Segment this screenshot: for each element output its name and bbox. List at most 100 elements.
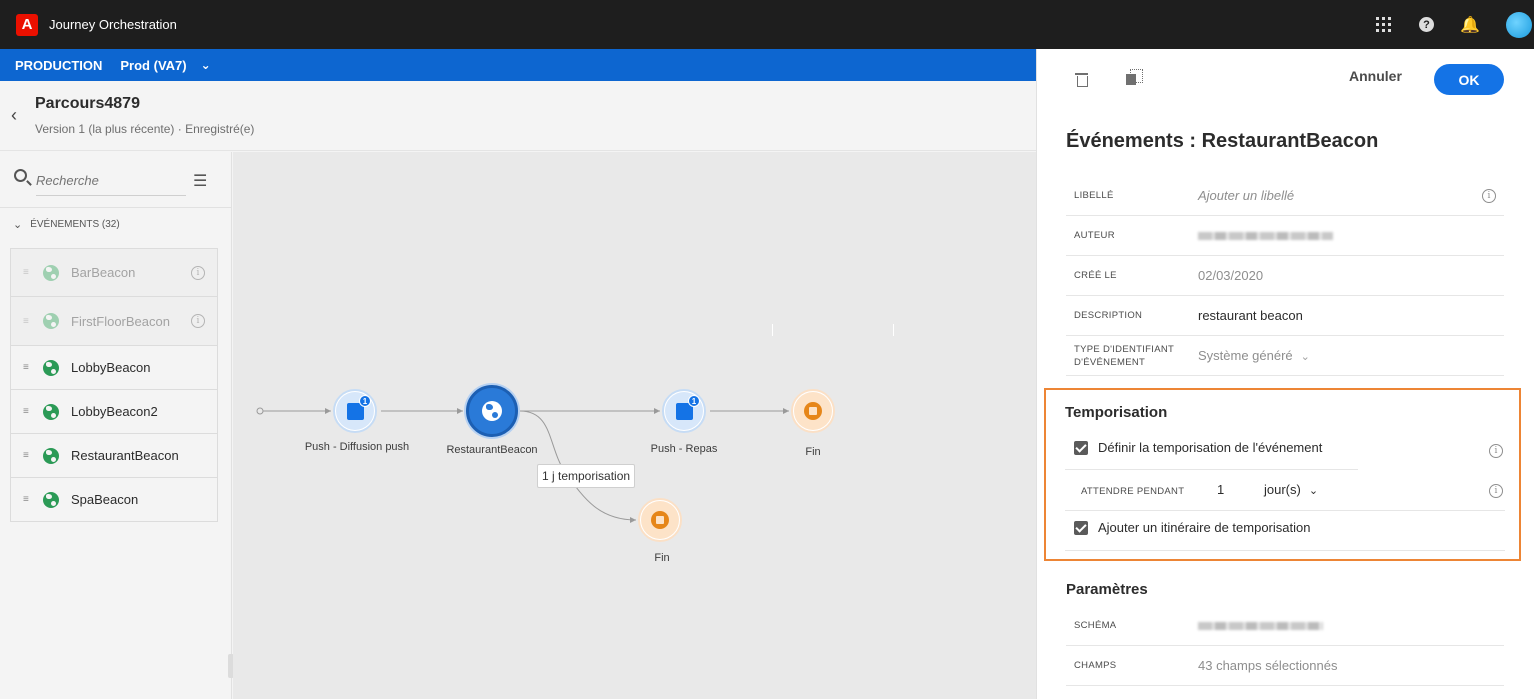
sandbox-selector[interactable]: Prod (VA7) [120, 58, 186, 73]
app-title[interactable]: Journey Orchestration [49, 17, 177, 32]
globe-icon [43, 491, 59, 508]
panel-title: Événements : RestaurantBeacon [1066, 130, 1379, 152]
ok-button[interactable]: OK [1434, 64, 1504, 95]
guide-mark [893, 324, 894, 336]
drag-handle-icon: ≡ [23, 267, 29, 278]
push-node[interactable]: 1 [333, 389, 377, 433]
guide-mark [772, 324, 773, 336]
wait-value-input[interactable]: 1 [1217, 482, 1224, 497]
property-row: TYPE D'IDENTIFIANT D'ÉVÉNEMENT Système g… [1066, 336, 1504, 376]
duplicate-icon[interactable] [1126, 69, 1143, 85]
adobe-logo[interactable]: A [16, 13, 38, 36]
property-key: AUTEUR [1074, 230, 1115, 241]
event-node[interactable] [466, 385, 518, 437]
checkbox-checked[interactable] [1074, 520, 1088, 535]
timeout-title: Temporisation [1065, 404, 1168, 421]
checkbox-label: Ajouter un itinéraire de temporisation [1098, 520, 1311, 535]
chevron-down-icon: ⌄ [13, 219, 23, 231]
info-icon[interactable]: i [1489, 444, 1503, 458]
property-row: DESCRIPTION restaurant beacon [1066, 296, 1504, 336]
checkbox-checked[interactable] [1074, 440, 1088, 455]
property-row: CHAMPS 43 champs sélectionnés [1066, 646, 1504, 686]
divider [1065, 469, 1358, 470]
search-input[interactable] [36, 170, 186, 196]
bell-icon[interactable]: 🔔 [1460, 15, 1480, 35]
category-label: ÉVÉNEMENTS (32) [30, 219, 120, 230]
wait-key: ATTENDRE PENDANT [1081, 486, 1185, 497]
property-row: AUTEUR [1066, 216, 1504, 256]
chevron-down-icon[interactable]: ⌄ [201, 58, 211, 72]
top-bar: A Journey Orchestration ? 🔔 [0, 0, 1534, 49]
badge: 1 [688, 395, 700, 407]
drag-handle-icon[interactable]: ≡ [23, 450, 31, 461]
globe-icon [43, 359, 59, 376]
event-label: RestaurantBeacon [71, 448, 179, 463]
wait-unit-select[interactable]: jour(s) ⌄ [1264, 482, 1318, 497]
drag-handle-icon[interactable]: ≡ [23, 362, 31, 373]
fields-value[interactable]: 43 champs sélectionnés [1198, 658, 1337, 673]
app-switcher-icon[interactable] [1373, 15, 1393, 35]
divider [1065, 510, 1505, 511]
stop-icon [804, 402, 822, 420]
define-timeout-checkbox[interactable]: Définir la temporisation de l'événement [1074, 440, 1322, 455]
event-label: LobbyBeacon2 [71, 404, 158, 419]
timeout-path-checkbox[interactable]: Ajouter un itinéraire de temporisation [1074, 520, 1310, 535]
checkbox-label: Définir la temporisation de l'événement [1098, 440, 1323, 455]
back-arrow-icon[interactable]: ‹ [11, 105, 17, 126]
property-key: LIBELLÉ [1074, 190, 1114, 201]
help-icon[interactable]: ? [1419, 17, 1434, 32]
timeout-highlight: Temporisation Définir la temporisation d… [1044, 388, 1521, 561]
author-value-redacted [1198, 228, 1333, 243]
event-label: FirstFloorBeacon [71, 313, 170, 329]
start-dot [256, 407, 264, 415]
badge: 1 [359, 395, 371, 407]
event-properties: LIBELLÉ Ajouter un libellé i AUTEUR CRÉÉ… [1066, 176, 1504, 376]
event-label: BarBeacon [71, 265, 136, 280]
list-item[interactable]: ≡ LobbyBeacon2 [10, 390, 218, 434]
environment-label: PRODUCTION [15, 57, 103, 73]
journey-title: Parcours4879 [35, 95, 140, 112]
property-row: SCHÉMA [1066, 606, 1504, 646]
node-label: Fin [654, 552, 670, 564]
schema-value-redacted [1198, 618, 1323, 633]
node-label: Push - Repas [650, 443, 718, 455]
node-label: Fin [805, 446, 821, 458]
journey-version: Version 1 (la plus récente) · Enregistré… [35, 122, 255, 136]
parameters-title: Paramètres [1066, 581, 1148, 598]
info-icon[interactable]: i [191, 265, 205, 280]
globe-icon [43, 264, 59, 281]
list-item[interactable]: ≡ SpaBeacon [10, 478, 218, 522]
property-value: 02/03/2020 [1198, 268, 1264, 283]
list-item[interactable]: ≡ RestaurantBeacon [10, 434, 218, 478]
select-value: Système généré [1198, 348, 1293, 363]
timeout-label[interactable]: 1 j temporisation [537, 464, 636, 488]
top-icons: ? 🔔 [1373, 0, 1534, 49]
info-icon[interactable]: i [1489, 484, 1503, 498]
cancel-button[interactable]: Annuler [1349, 68, 1402, 84]
drag-handle-icon[interactable]: ≡ [23, 494, 31, 505]
trash-icon[interactable] [1075, 71, 1088, 87]
chevron-down-icon: ⌄ [1308, 485, 1319, 497]
push-node[interactable]: 1 [662, 389, 706, 433]
drag-handle-icon[interactable]: ≡ [23, 406, 31, 417]
label-input[interactable]: Ajouter un libellé [1198, 188, 1294, 203]
search-icon [14, 169, 27, 182]
avatar[interactable] [1506, 11, 1532, 38]
end-node[interactable] [638, 498, 682, 542]
globe-icon [482, 401, 502, 421]
category-events[interactable]: ⌄ ÉVÉNEMENTS (32) [13, 218, 120, 231]
info-icon[interactable]: i [1482, 188, 1496, 203]
id-type-select[interactable]: Système généré ⌄ [1198, 348, 1310, 363]
journey-canvas[interactable]: 1 Push - Diffusion push RestaurantBeacon… [233, 152, 1036, 699]
list-item[interactable]: ≡ LobbyBeacon [10, 346, 218, 390]
journey-header: ‹ Parcours4879 Version 1 (la plus récent… [0, 81, 1036, 151]
drag-handle-icon: ≡ [23, 315, 29, 327]
info-icon[interactable]: i [191, 314, 205, 328]
property-key: TYPE D'IDENTIFIANT D'ÉVÉNEMENT [1074, 343, 1174, 368]
layers-icon[interactable]: ☰ [193, 171, 207, 191]
end-node[interactable] [791, 389, 835, 433]
select-value: jour(s) [1264, 482, 1301, 497]
list-item: ≡ BarBeacon i [10, 248, 218, 297]
property-row: LIBELLÉ Ajouter un libellé i [1066, 176, 1504, 216]
node-label: RestaurantBeacon [446, 444, 538, 456]
